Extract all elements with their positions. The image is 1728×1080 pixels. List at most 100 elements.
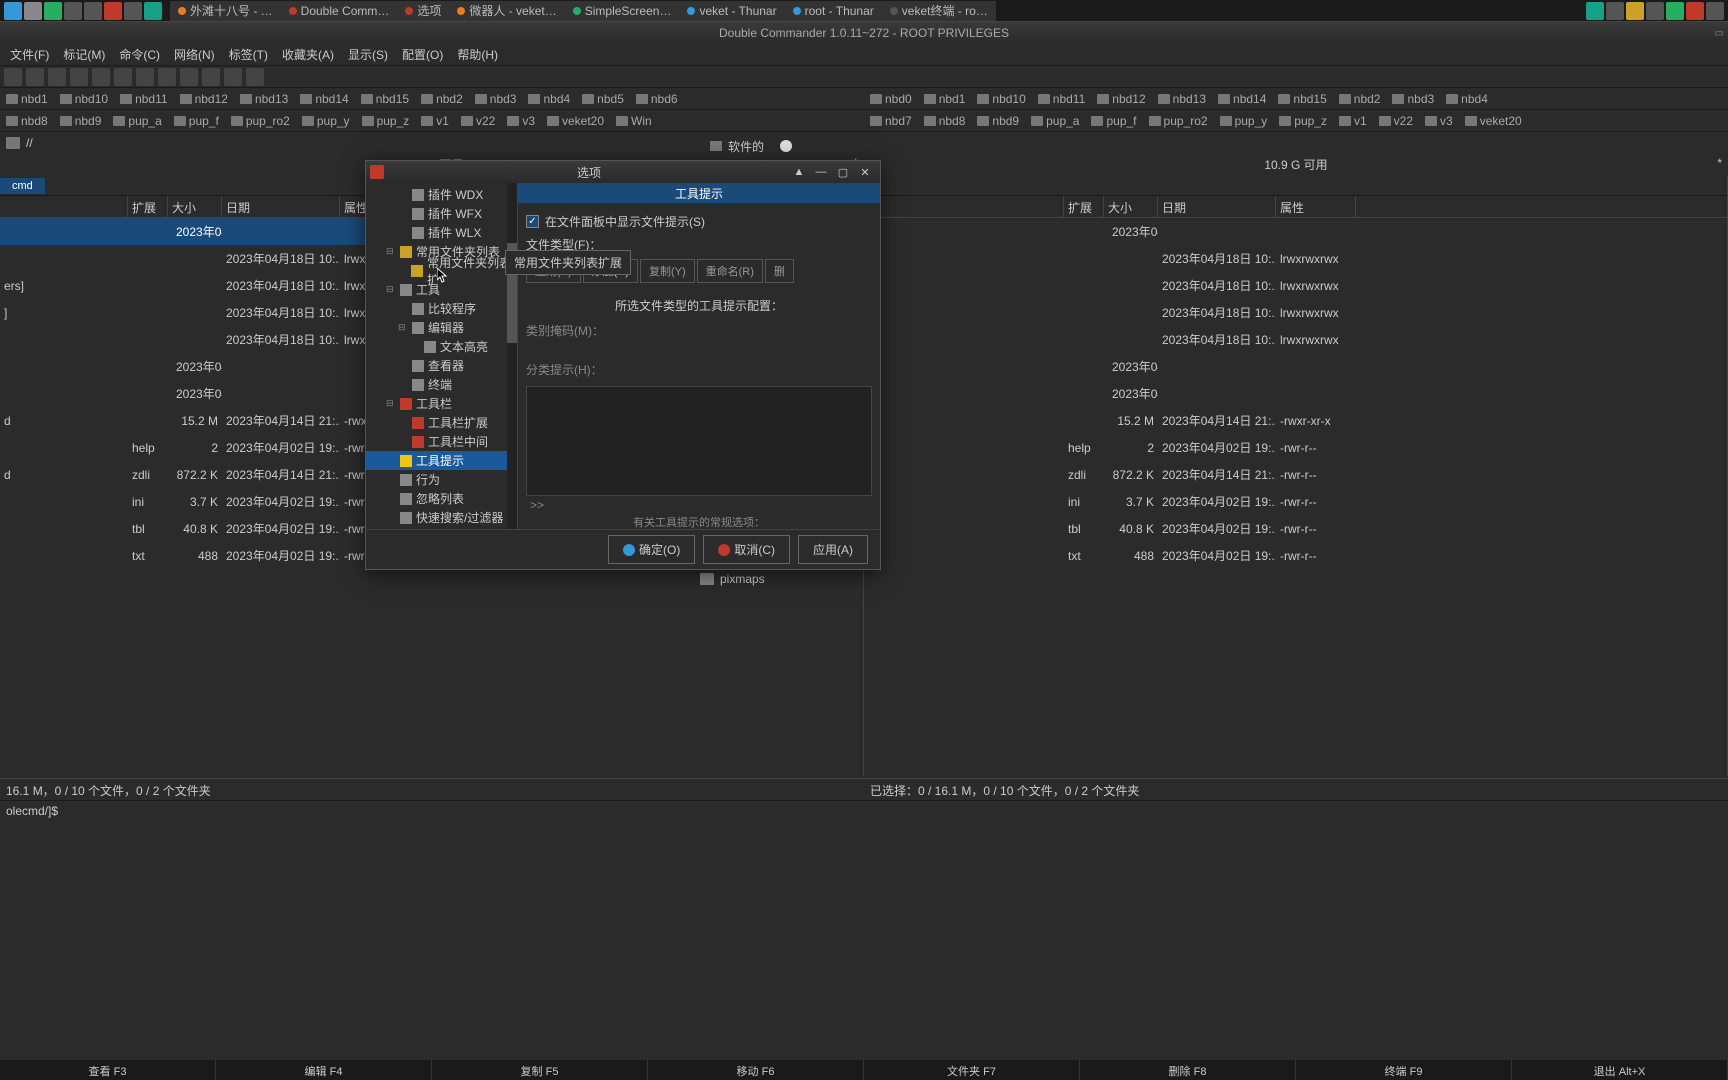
type-button[interactable]: 重命名(R) [697, 259, 763, 283]
drive-tab[interactable]: pup_y [296, 114, 356, 128]
file-row[interactable]: txt4882023年04月02日 19:..-rwr-r-- [864, 542, 1727, 569]
tree-node[interactable]: 工具栏扩展 [366, 413, 517, 432]
drive-tab[interactable]: nbd1 [918, 92, 972, 106]
toolbar-button[interactable] [26, 68, 44, 86]
dialog-titlebar[interactable]: 选项 ▲ — ▢ ✕ [366, 161, 880, 183]
drive-tab[interactable]: nbd14 [1212, 92, 1272, 106]
star-button[interactable]: * [1717, 156, 1722, 170]
col-ext[interactable]: 扩展名 [128, 196, 168, 217]
drive-tab[interactable]: pup_f [1085, 114, 1142, 128]
drive-tab[interactable]: nbd10 [54, 92, 114, 106]
tree-node[interactable]: 插件 WLX [366, 223, 517, 242]
options-tree[interactable]: 插件 WDX插件 WFX插件 WLX⊟常用文件夹列表常用文件夹列表扩⊟工具比较程… [366, 183, 518, 529]
toolbar-button[interactable] [4, 68, 22, 86]
function-key[interactable]: 复制 F5 [432, 1060, 648, 1080]
drive-tab[interactable]: veket20 [541, 114, 610, 128]
col-ext[interactable]: 扩展名 [1064, 196, 1104, 217]
col-date[interactable]: 日期 [1158, 196, 1276, 217]
function-key[interactable]: 退出 Alt+X [1512, 1060, 1728, 1080]
col-date[interactable]: 日期 [222, 196, 340, 217]
drive-tab[interactable]: v22 [1373, 114, 1419, 128]
window-min-icon[interactable]: ▭ [1715, 28, 1724, 39]
maximize-button[interactable]: ▢ [832, 166, 854, 179]
taskbar-app[interactable]: 外滩十八号 - … [170, 1, 281, 21]
drive-tab[interactable]: nbd0 [864, 92, 918, 106]
launcher-icon[interactable] [144, 2, 162, 20]
drive-tab[interactable]: pup_a [1025, 114, 1085, 128]
col-size[interactable]: 大小 [168, 196, 222, 217]
drive-tab[interactable]: nbd13 [1152, 92, 1212, 106]
drive-tab[interactable]: v1 [1333, 114, 1373, 128]
tree-node[interactable]: 工具栏中间 [366, 432, 517, 451]
file-row[interactable]: 2023年04月18日 10:..drwxr-xr-x [864, 380, 1727, 407]
toolbar-button[interactable] [114, 68, 132, 86]
taskbar-app[interactable]: SimpleScreen… [565, 1, 680, 21]
taskbar-app[interactable]: root - Thunar [785, 1, 882, 21]
taskbar-app[interactable]: veket - Thunar [679, 1, 784, 21]
drive-tab[interactable]: nbd9 [54, 114, 108, 128]
drive-tab[interactable]: pup_ro2 [225, 114, 296, 128]
tree-node[interactable]: 忽略列表 [366, 489, 517, 508]
drive-tab[interactable]: nbd6 [630, 92, 684, 106]
tray-icon[interactable] [1586, 2, 1604, 20]
tree-node[interactable]: 快速搜索/过滤器 [366, 508, 517, 527]
drive-tab[interactable]: nbd10 [971, 92, 1031, 106]
tray-icon[interactable] [1666, 2, 1684, 20]
drive-tab[interactable]: v3 [1419, 114, 1459, 128]
drive-tab[interactable]: v1 [415, 114, 455, 128]
tray-icon[interactable] [1646, 2, 1664, 20]
menu-item[interactable]: 帮助(H) [451, 44, 504, 65]
launcher-icon[interactable] [44, 2, 62, 20]
ok-button[interactable]: 确定(O) [608, 535, 695, 564]
tree-node[interactable]: 工具提示 [366, 451, 517, 470]
drive-tab[interactable]: nbd13 [234, 92, 294, 106]
menu-item[interactable]: 文件(F) [4, 44, 55, 65]
drive-tab[interactable]: pup_ro2 [1143, 114, 1214, 128]
panel-tab[interactable]: cmd [0, 178, 45, 194]
extra-tab[interactable]: 软件的 [710, 138, 764, 155]
taskbar-app[interactable]: 微器人 - veket… [449, 1, 564, 21]
drive-tab[interactable]: pup_f [168, 114, 225, 128]
function-key[interactable]: 查看 F3 [0, 1060, 216, 1080]
drive-tab[interactable]: nbd14 [294, 92, 354, 106]
function-key[interactable]: 终端 F9 [1296, 1060, 1512, 1080]
menu-item[interactable]: 命令(C) [113, 44, 166, 65]
drive-tab[interactable]: nbd8 [918, 114, 972, 128]
file-row[interactable]: ini3.7 K2023年04月02日 19:..-rwr-r-- [864, 488, 1727, 515]
function-key[interactable]: 删除 F8 [1080, 1060, 1296, 1080]
apply-button[interactable]: 应用(A) [798, 535, 868, 564]
file-row[interactable]: 15.2 M2023年04月14日 21:..-rwxr-xr-x [864, 407, 1727, 434]
tray-icon[interactable] [1686, 2, 1704, 20]
function-key[interactable]: 移动 F6 [648, 1060, 864, 1080]
hint-field[interactable] [526, 386, 872, 496]
right-filelist[interactable]: 2023年04月18日 10:..drwxr-xr-x 2023年04月18日 1… [864, 218, 1727, 776]
launcher-icon[interactable] [104, 2, 122, 20]
drive-tab[interactable]: nbd1 [0, 92, 54, 106]
drive-tab[interactable]: nbd4 [522, 92, 576, 106]
cancel-button[interactable]: 取消(C) [703, 535, 790, 564]
pixmaps-row[interactable]: pixmaps [700, 572, 765, 586]
file-row[interactable]: 2023年04月18日 10:..drwxr-xr-x [864, 218, 1727, 245]
tree-node[interactable]: 行为 [366, 470, 517, 489]
drive-tab[interactable]: nbd11 [1032, 92, 1091, 106]
drive-tab[interactable]: veket20 [1459, 114, 1528, 128]
drive-tab[interactable]: nbd15 [1272, 92, 1332, 106]
toolbar-button[interactable] [70, 68, 88, 86]
drive-tab[interactable]: nbd9 [971, 114, 1025, 128]
col-attr[interactable]: 属性 [1276, 196, 1356, 217]
rollup-button[interactable]: ▲ [788, 166, 810, 178]
type-button[interactable]: 删 [765, 259, 794, 283]
drive-tab[interactable]: v3 [501, 114, 541, 128]
drive-tab[interactable]: pup_z [1273, 114, 1333, 128]
drive-tab[interactable]: pup_z [356, 114, 416, 128]
file-row[interactable]: help22023年04月02日 19:..-rwr-r-- [864, 434, 1727, 461]
drive-tab[interactable]: nbd7 [864, 114, 918, 128]
toolbar-button[interactable] [92, 68, 110, 86]
checkbox[interactable]: ✓ [526, 215, 539, 228]
taskbar-app[interactable]: veket终端 - ro… [882, 1, 996, 21]
drive-tab[interactable]: nbd12 [174, 92, 234, 106]
launcher-icon[interactable] [24, 2, 42, 20]
menu-item[interactable]: 标记(M) [57, 44, 111, 65]
file-row[interactable]: 2023年04月18日 10:..lrwxrwxrwx [864, 326, 1727, 353]
tree-node[interactable]: ⊟工具栏 [366, 394, 517, 413]
